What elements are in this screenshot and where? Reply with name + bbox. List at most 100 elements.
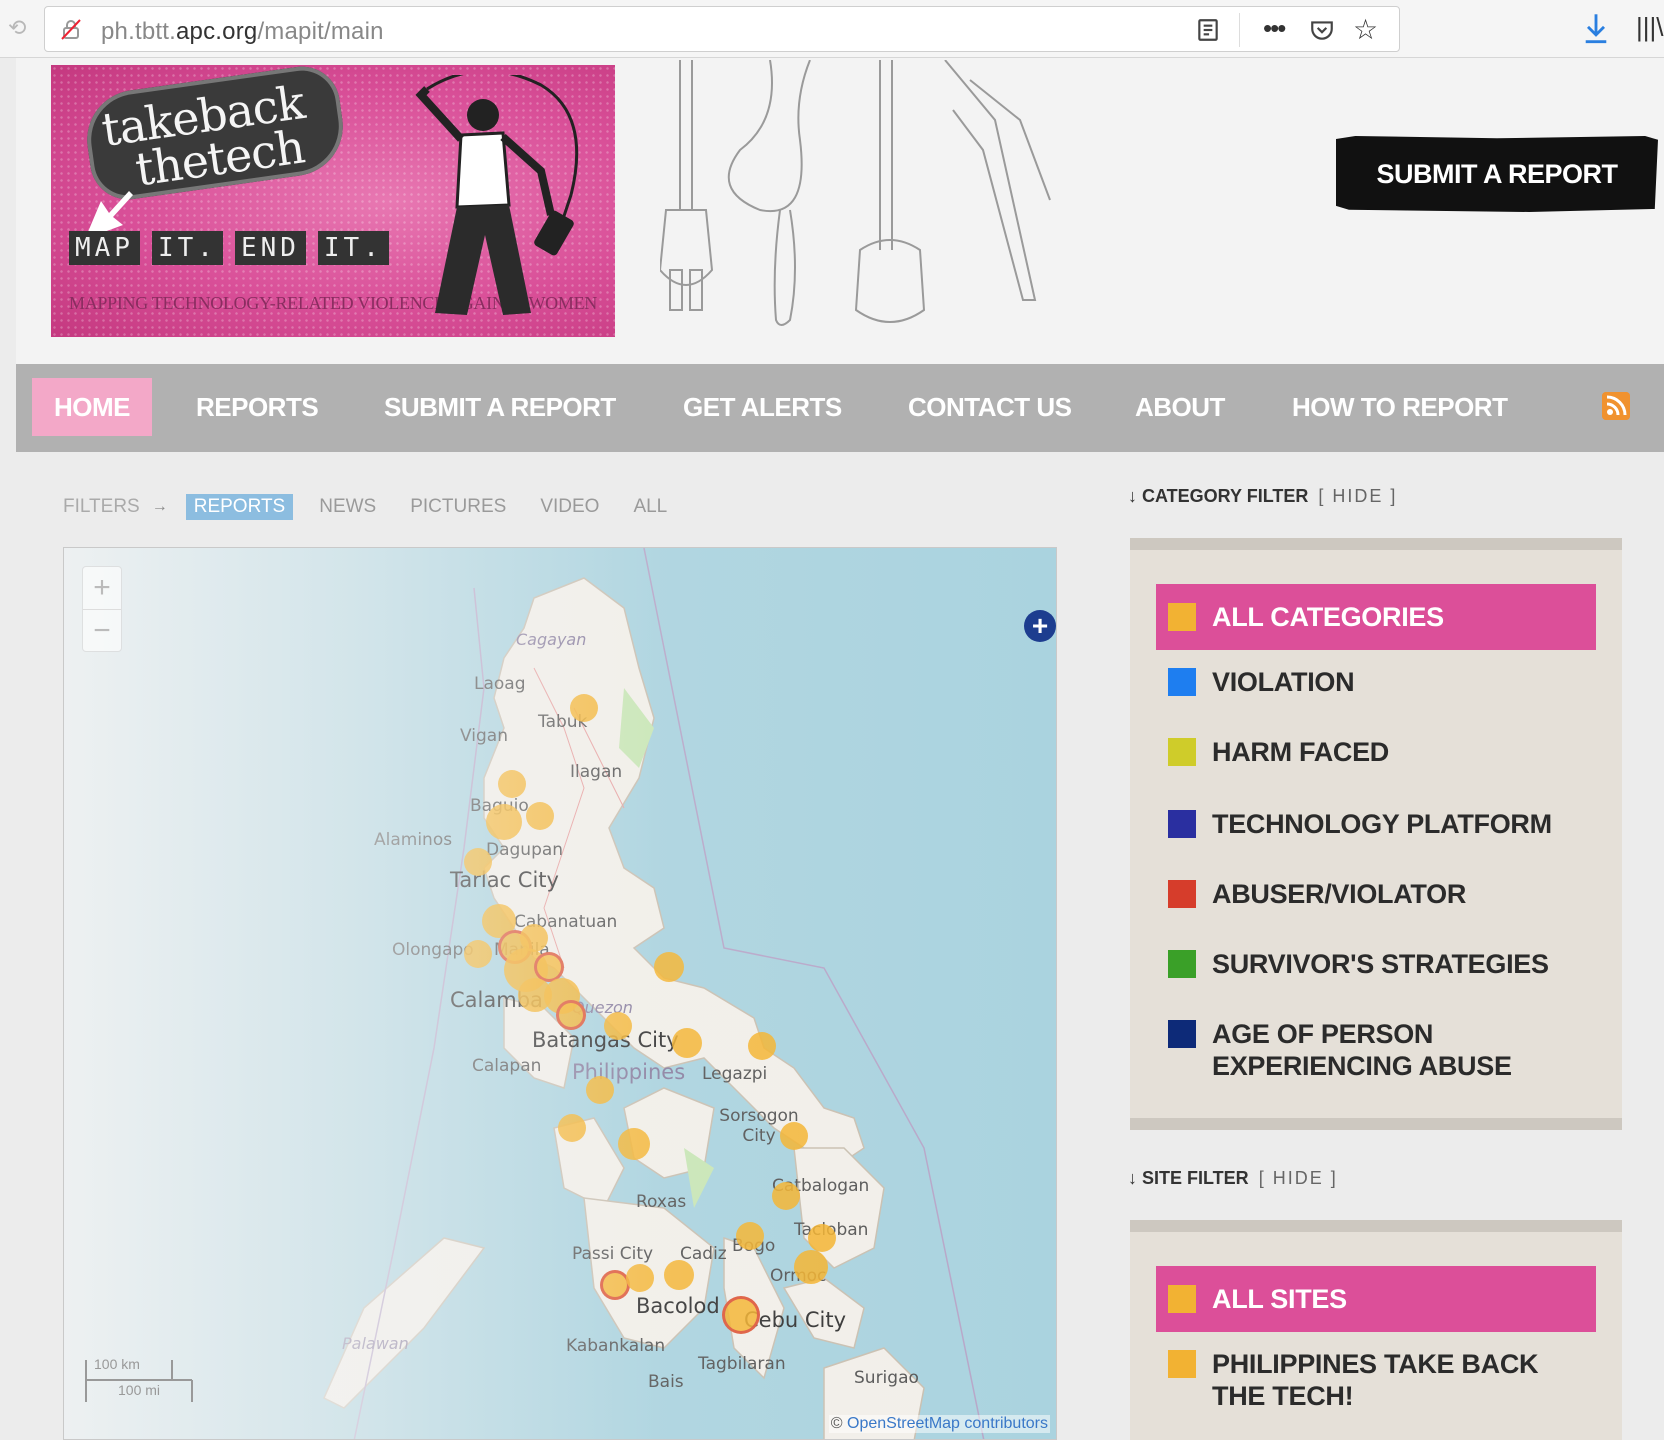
map-label: Palawan [342,1334,409,1353]
tagline-word: IT. [151,231,223,265]
report-marker[interactable] [654,952,684,982]
map-label: Bais [648,1372,684,1392]
tab-news[interactable]: NEWS [319,496,376,518]
osm-link[interactable]: OpenStreetMap [847,1415,960,1432]
nav-item-get-alerts[interactable]: GET ALERTS [683,378,842,436]
tab-pictures[interactable]: PICTURES [410,496,506,518]
map-label: Passi City [572,1244,654,1264]
attribution-prefix: © [830,1415,847,1432]
site-label: ALL SITES [1212,1284,1347,1314]
map-label: Cadiz [680,1244,727,1264]
report-marker[interactable] [808,1224,836,1252]
tagline-word: END [234,231,306,265]
tagline-word: IT. [317,231,389,265]
page-actions-icon[interactable]: ••• [1263,13,1286,44]
report-marker[interactable] [618,1128,650,1160]
report-marker[interactable] [570,694,598,722]
report-marker[interactable] [780,1122,808,1150]
nav-item-contact-us[interactable]: CONTACT US [908,378,1072,436]
reports-map[interactable]: Cagayan Laoag Tabuk Vigan Ilagan Baguio … [63,547,1057,1440]
tab-video[interactable]: VIDEO [540,496,599,518]
map-label: Roxas [636,1192,687,1212]
category-item-survivors-strategies[interactable]: SURVIVOR'S STRATEGIES [1156,948,1549,980]
woman-with-cable-illustration [415,75,579,315]
category-label: ABUSER/VIOLATOR [1212,879,1467,909]
report-marker[interactable] [604,1012,632,1040]
library-icon[interactable]: |||\ [1636,12,1664,43]
url-separator [1239,13,1240,47]
reader-view-icon[interactable] [1195,17,1221,43]
category-item-technology-platform[interactable]: TECHNOLOGY PLATFORM [1156,808,1552,840]
site-label: PHILIPPINES TAKE BACK THE TECH! [1212,1349,1539,1411]
report-marker[interactable] [672,1028,702,1058]
site-logo[interactable]: takeback thetech MAP IT. END IT. Mapping… [51,65,615,337]
zoom-in-button[interactable]: + [83,567,121,609]
site-filter-hide-link[interactable]: [ HIDE ] [1259,1168,1338,1188]
arrow-down-icon: ↓ [1128,486,1143,506]
report-marker[interactable] [722,1296,760,1334]
map-attribution: © OpenStreetMap contributors [828,1415,1050,1433]
nav-item-home[interactable]: HOME [32,378,152,436]
category-item-all[interactable]: ALL CATEGORIES [1156,584,1596,650]
report-marker[interactable] [748,1032,776,1060]
category-label: AGE OF PERSON EXPERIENCING ABUSE [1212,1019,1512,1081]
report-marker[interactable] [664,1260,694,1290]
category-item-age-of-person[interactable]: AGE OF PERSON EXPERIENCING ABUSE [1156,1018,1576,1082]
download-icon[interactable] [1582,12,1610,44]
report-marker[interactable] [464,940,492,968]
site-filter-panel: ALL SITES PHILIPPINES TAKE BACK THE TECH… [1130,1220,1622,1440]
rss-feed-icon[interactable] [1602,392,1630,420]
pocket-icon[interactable] [1309,17,1335,43]
report-marker[interactable] [558,1114,586,1142]
map-label: Olongapo [392,940,474,960]
site-item-all[interactable]: ALL SITES [1156,1266,1596,1332]
nav-item-reports[interactable]: REPORTS [196,378,319,436]
category-item-violation[interactable]: VIOLATION [1156,666,1355,698]
category-item-harm-faced[interactable]: HARM FACED [1156,736,1389,768]
scale-mi-label: 100 mi [118,1382,161,1398]
map-label: Calapan [472,1056,542,1076]
url-text[interactable]: ph.tbtt.apc.org/mapit/main [101,18,384,46]
map-label: Dagupan [486,840,564,860]
category-filter-hide-link[interactable]: [ HIDE ] [1318,486,1397,506]
zoom-control: + − [82,566,122,652]
layers-toggle-button[interactable]: + [1024,610,1056,642]
report-marker[interactable] [556,1000,586,1030]
map-label: Bacolod [636,1294,720,1318]
report-marker[interactable] [586,1076,614,1104]
tab-reports[interactable]: REPORTS [185,494,294,520]
report-marker[interactable] [498,770,526,798]
category-swatch [1168,603,1196,631]
report-marker[interactable] [736,1222,764,1250]
category-label: TECHNOLOGY PLATFORM [1212,809,1552,839]
nav-item-about[interactable]: ABOUT [1135,378,1225,436]
tech-objects-illustration [660,60,1051,326]
category-label: VIOLATION [1212,667,1355,697]
nav-item-how-to-report[interactable]: HOW TO REPORT [1292,378,1508,436]
category-label: HARM FACED [1212,737,1389,767]
report-marker[interactable] [794,1250,828,1284]
submit-report-button[interactable]: SUBMIT A REPORT [1336,136,1658,212]
category-filter-heading: ↓ CATEGORY FILTER [ HIDE ] [1128,486,1397,507]
filters-label: FILTERS [63,496,140,517]
report-marker[interactable] [626,1264,654,1292]
map-label: Legazpi [702,1064,768,1084]
address-bar[interactable]: ph.tbtt.apc.org/mapit/main ••• ☆ [44,6,1400,52]
report-marker[interactable] [526,802,554,830]
report-marker[interactable] [464,848,492,876]
logo-tagline: MAP IT. END IT. [69,231,389,265]
category-swatch [1168,880,1196,908]
zoom-out-button[interactable]: − [83,609,121,651]
bookmark-star-icon[interactable]: ☆ [1353,13,1378,46]
site-item-philippines[interactable]: PHILIPPINES TAKE BACK THE TECH! [1156,1348,1556,1412]
arrow-right-icon: → [151,498,168,515]
category-label: SURVIVOR'S STRATEGIES [1212,949,1549,979]
report-marker[interactable] [772,1182,800,1210]
insecure-lock-icon[interactable] [59,17,83,41]
report-marker[interactable] [486,804,522,840]
nav-item-submit-a-report[interactable]: SUBMIT A REPORT [384,378,616,436]
tab-all[interactable]: ALL [633,496,667,518]
category-item-abuser-violator[interactable]: ABUSER/VIOLATOR [1156,878,1466,910]
back-icon[interactable]: ⟲ [8,15,28,40]
map-label: Tagbilaran [698,1354,786,1374]
